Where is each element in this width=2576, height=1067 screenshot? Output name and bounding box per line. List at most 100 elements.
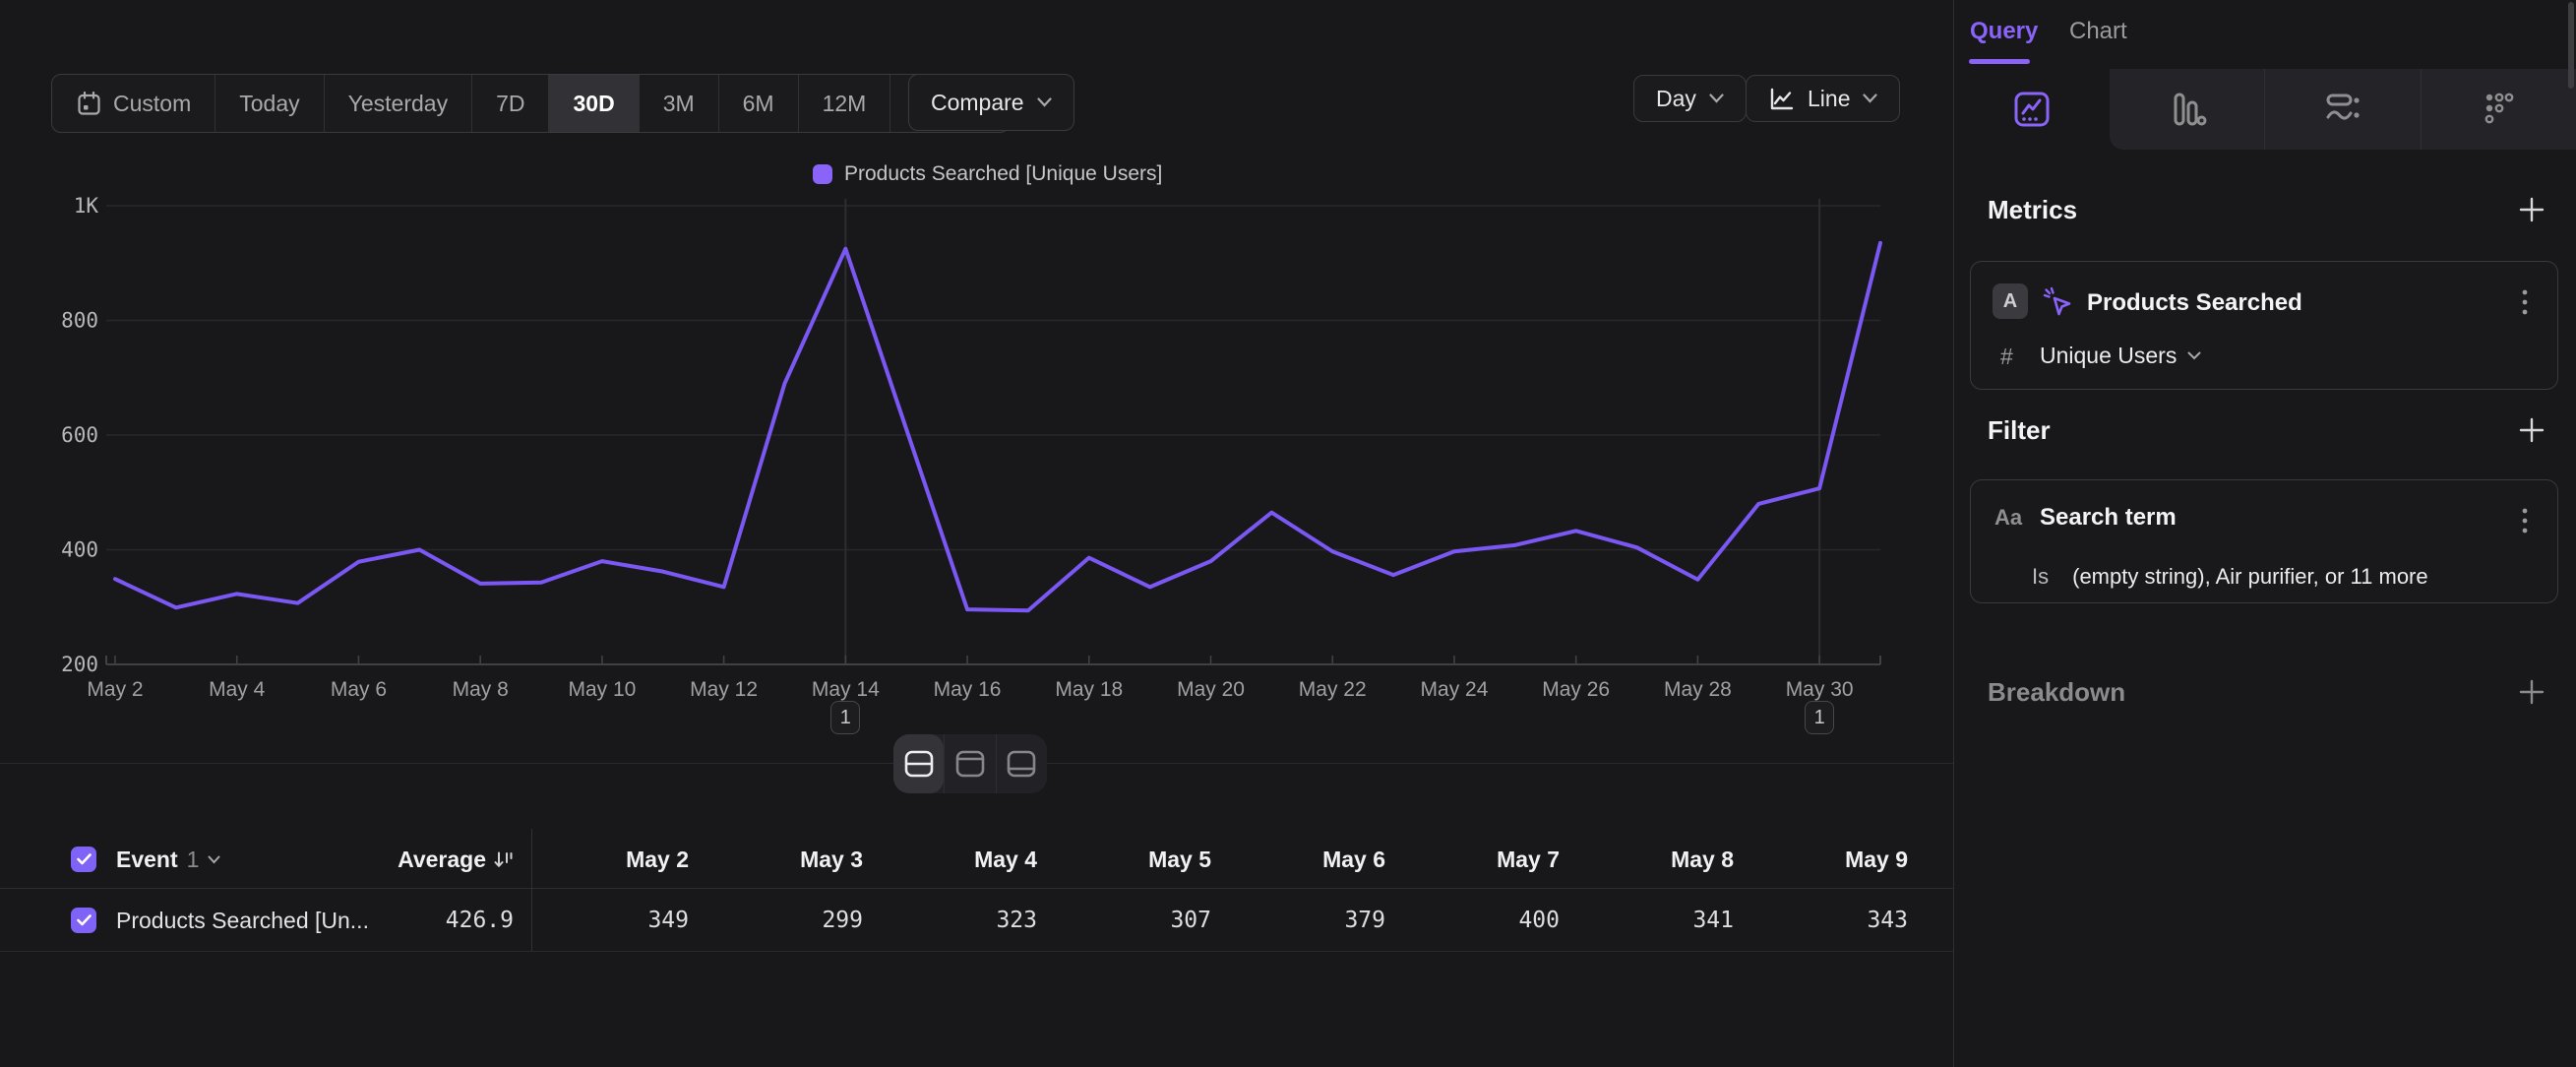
cell-value: 343 [1734,908,1908,933]
x-axis-label: May 26 [1542,678,1610,701]
funnels-tab[interactable] [2110,69,2265,150]
select-all-checkbox[interactable] [71,847,96,872]
x-axis-label: May 30 [1786,678,1854,701]
y-axis-label: 600 [61,423,98,447]
cell-value: 379 [1211,908,1385,933]
cell-value: 323 [863,908,1037,933]
average-value: 426.9 [276,908,514,933]
table-view-button[interactable] [996,734,1047,793]
column-header[interactable]: May 4 [863,847,1037,873]
x-axis-label: May 6 [331,678,387,701]
row-checkbox[interactable] [71,908,96,933]
y-axis-label: 400 [61,538,98,562]
filter-menu-button[interactable] [2512,506,2538,535]
tab-query[interactable]: Query [1970,18,2038,45]
metric-card[interactable]: A Products Searched # Unique Users [1970,261,2558,390]
column-header[interactable]: May 9 [1734,847,1908,873]
cursor-click-icon [2042,285,2073,317]
y-axis-label: 1K [74,194,99,218]
aggregation-dropdown[interactable]: Unique Users [2040,343,2201,369]
scrollbar-thumb[interactable] [2568,2,2574,89]
cell-value: 400 [1385,908,1560,933]
x-axis-label: May 28 [1664,678,1732,701]
chevron-down-icon [208,855,220,864]
chart-view-button[interactable] [944,734,995,793]
column-header[interactable]: May 5 [1037,847,1211,873]
annotation-badge[interactable]: 1 [830,701,860,734]
x-axis-label: May 24 [1421,678,1489,701]
filter-operator: Is [2032,564,2049,590]
x-axis-label: May 16 [934,678,1002,701]
flows-icon [2320,87,2365,132]
flows-tab[interactable] [2264,69,2421,150]
x-axis-label: May 10 [568,678,636,701]
metric-menu-button[interactable] [2512,287,2538,317]
text-property-icon: Aa [1994,505,2022,531]
line-chart[interactable]: 2004006008001KMay 2May 4May 6May 8May 10… [0,0,1953,768]
cell-value: 307 [1037,908,1211,933]
plus-icon [2519,197,2545,222]
retention-icon [2476,87,2521,132]
chart-view-icon [954,749,986,779]
average-label: Average [398,847,486,873]
filter-property[interactable]: Search term [2040,504,2177,532]
column-header[interactable]: May 2 [515,847,689,873]
split-view-icon [903,749,935,779]
x-axis-label: May 12 [690,678,758,701]
x-axis-label: May 8 [453,678,509,701]
table-column-headers: May 2May 3May 4May 5May 6May 7May 8May 9 [515,847,1908,873]
metric-name[interactable]: Products Searched [2087,289,2302,317]
check-icon [77,853,92,865]
x-axis-label: May 2 [87,678,143,701]
kebab-menu-icon [2522,288,2528,316]
x-axis-label: May 22 [1299,678,1367,701]
view-toggle-group [893,734,1047,793]
add-filter-button[interactable] [2517,415,2546,445]
aggregation-label: Unique Users [2040,343,2177,369]
check-icon [77,914,92,926]
retention-tab[interactable] [2421,69,2576,150]
cell-value: 299 [689,908,863,933]
query-sidebar: Query Chart [1954,0,2576,1067]
filter-value: (empty string), Air purifier, or 11 more [2072,564,2428,590]
column-header[interactable]: May 6 [1211,847,1385,873]
breakdown-heading: Breakdown [1988,677,2125,708]
split-view-button[interactable] [893,734,944,793]
add-metric-button[interactable] [2517,195,2546,224]
cell-value: 349 [515,908,689,933]
report-type-tabs [1954,69,2576,150]
column-header[interactable]: May 8 [1560,847,1734,873]
plus-icon [2519,679,2545,705]
x-axis-label: May 18 [1055,678,1123,701]
table-row: 349299323307379400341343 [515,908,1908,933]
event-header[interactable]: Event 1 [116,847,220,872]
y-axis-label: 200 [61,653,98,676]
insights-icon [2009,87,2055,132]
event-count: 1 [187,847,200,873]
average-header[interactable]: Average [276,847,514,872]
insights-tab[interactable] [1954,69,2110,150]
sort-descending-icon [494,850,514,869]
plus-icon [2519,417,2545,443]
annotation-badge[interactable]: 1 [1805,701,1834,734]
add-breakdown-button[interactable] [2517,677,2546,707]
table-view-icon [1006,749,1037,779]
filter-heading: Filter [1988,415,2051,446]
column-header[interactable]: May 7 [1385,847,1560,873]
metric-series-badge: A [1993,283,2028,319]
table-header-divider [0,888,1953,889]
y-axis-label: 800 [61,309,98,333]
series-line[interactable] [115,243,1880,610]
filter-condition[interactable]: Is (empty string), Air purifier, or 11 m… [2032,564,2428,590]
x-axis-label: May 14 [812,678,880,701]
cell-value: 341 [1560,908,1734,933]
x-axis-label: May 20 [1177,678,1245,701]
chevron-down-icon [2187,351,2201,360]
funnels-icon [2164,87,2209,132]
metrics-heading: Metrics [1988,195,2077,225]
filter-card[interactable]: Aa Search term Is (empty string), Air pu… [1970,479,2558,603]
column-header[interactable]: May 3 [689,847,863,873]
aggregation-prefix: # [2000,344,2013,370]
tab-chart[interactable]: Chart [2069,18,2127,45]
kebab-menu-icon [2522,507,2528,534]
